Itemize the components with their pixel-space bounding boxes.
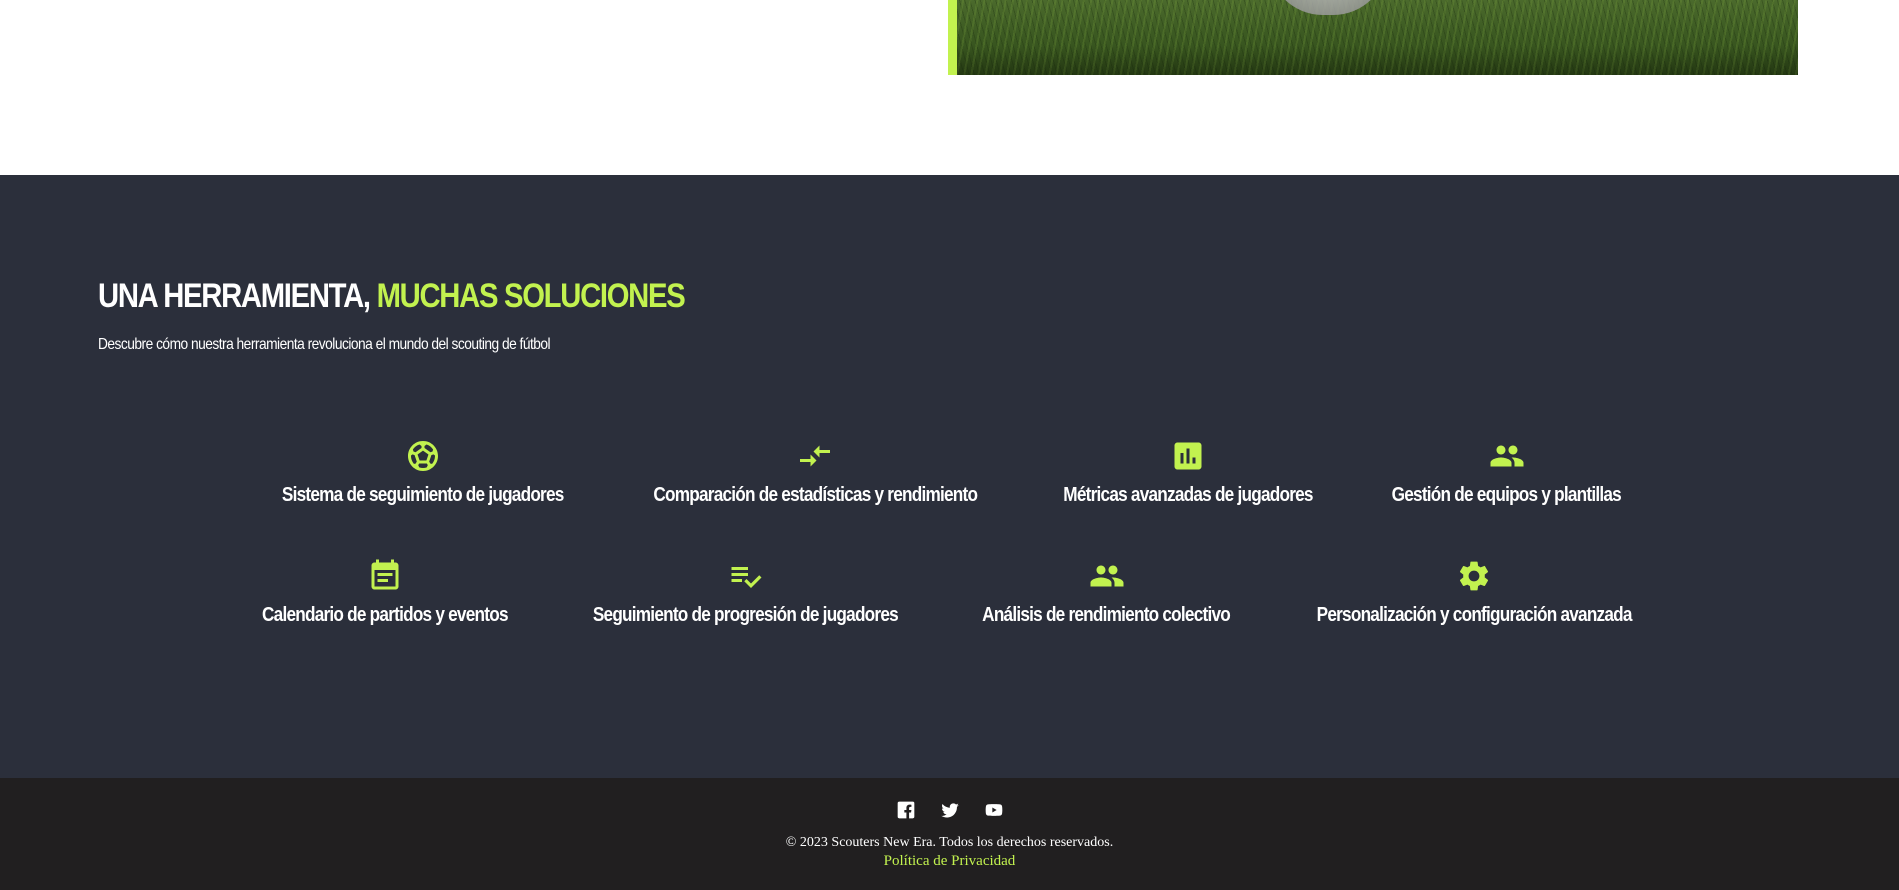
- feature-label: Personalización y configuración avanzada: [1316, 604, 1632, 626]
- feature-label: Gestión de equipos y plantillas: [1391, 484, 1622, 506]
- feature-stats-comparison: Comparación de estadísticas y rendimient…: [627, 438, 1004, 507]
- hero-photo: [948, 0, 1798, 75]
- privacy-paragraph: Política de Privacidad: [0, 853, 1899, 870]
- feature-customization: Personalización y configuración avanzada: [1291, 558, 1657, 627]
- feature-label: Seguimiento de progresión de jugadores: [592, 604, 899, 626]
- people-icon: [1489, 438, 1525, 474]
- privacy-policy-link[interactable]: Política de Privacidad: [884, 853, 1016, 869]
- youtube-icon: [985, 804, 1002, 816]
- features-row-1: Sistema de seguimiento de jugadores Comp…: [0, 438, 1899, 507]
- feature-label: Sistema de seguimiento de jugadores: [282, 484, 564, 506]
- feature-calendar: Calendario de partidos y eventos: [242, 558, 528, 627]
- playlist-check-icon: [727, 558, 763, 594]
- compare-arrows-icon: [797, 438, 833, 474]
- calendar-icon: [367, 558, 403, 594]
- twitter-link[interactable]: [940, 800, 960, 820]
- youtube-link[interactable]: [984, 800, 1004, 820]
- features-section: UNA HERRAMIENTA, MUCHAS SOLUCIONES Descu…: [0, 175, 1899, 778]
- people-icon: [1089, 558, 1125, 594]
- feature-label: Calendario de partidos y eventos: [261, 604, 509, 626]
- features-row-2: Calendario de partidos y eventos Seguimi…: [0, 558, 1899, 627]
- feature-team-management: Gestión de equipos y plantillas: [1373, 438, 1640, 507]
- twitter-icon: [940, 803, 959, 818]
- photo-shade: [948, 45, 1798, 75]
- section-title: UNA HERRAMIENTA, MUCHAS SOLUCIONES: [98, 277, 686, 316]
- section-title-main: UNA HERRAMIENTA,: [98, 277, 371, 315]
- feature-advanced-metrics: Métricas avanzadas de jugadores: [1043, 438, 1333, 507]
- gear-icon: [1456, 558, 1492, 594]
- feature-label: Análisis de rendimiento colectivo: [982, 604, 1232, 626]
- photo-accent-bar: [948, 0, 957, 75]
- social-links: [0, 800, 1899, 820]
- feature-player-tracking: Sistema de seguimiento de jugadores: [259, 438, 587, 507]
- feature-progression: Seguimiento de progresión de jugadores: [568, 558, 923, 627]
- top-section: [0, 0, 1899, 175]
- copyright-text: © 2023 Scouters New Era. Todos los derec…: [785, 835, 1114, 850]
- section-subtitle: Descubre cómo nuestra herramienta revolu…: [98, 336, 551, 353]
- facebook-link[interactable]: [896, 800, 916, 820]
- section-title-highlight: MUCHAS SOLUCIONES: [376, 277, 686, 315]
- facebook-icon: [897, 801, 914, 819]
- feature-label: Comparación de estadísticas y rendimient…: [653, 484, 978, 506]
- bar-chart-icon: [1170, 438, 1206, 474]
- soccer-ball-icon: [405, 438, 441, 474]
- feature-team-analysis: Análisis de rendimiento colectivo: [962, 558, 1250, 627]
- feature-label: Métricas avanzadas de jugadores: [1063, 484, 1314, 506]
- footer: © 2023 Scouters New Era. Todos los derec…: [0, 778, 1899, 890]
